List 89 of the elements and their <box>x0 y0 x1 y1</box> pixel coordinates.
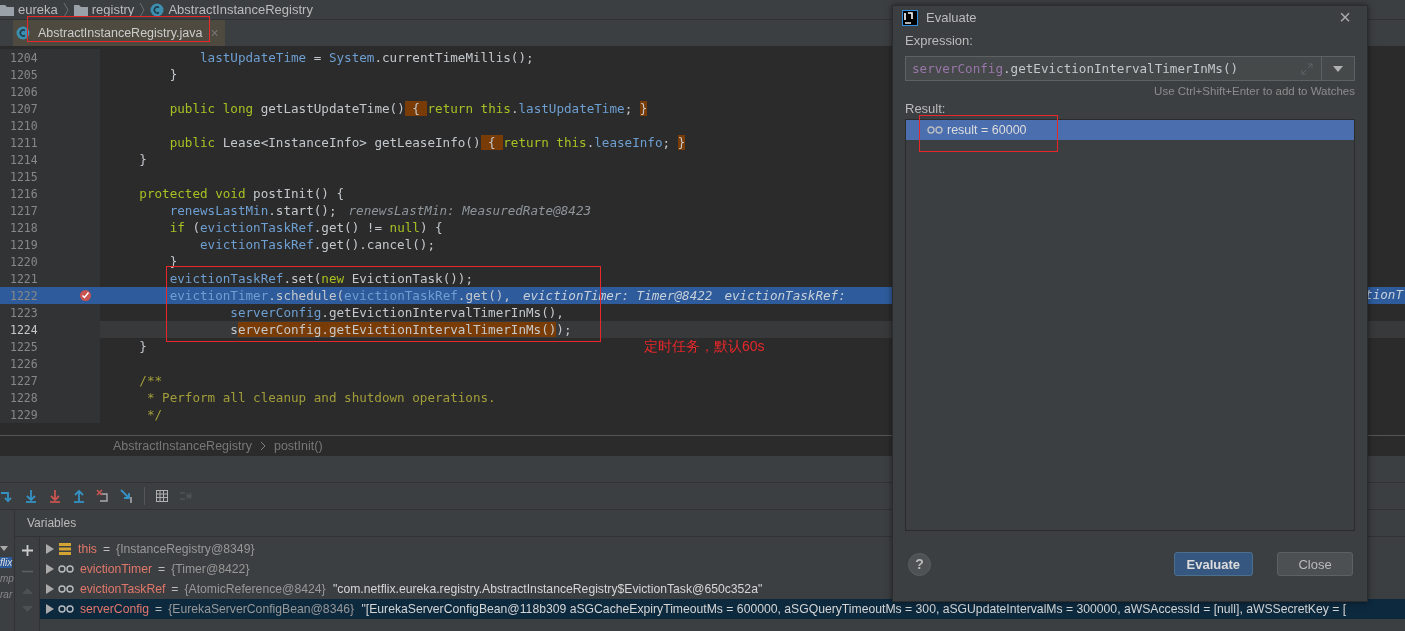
line-number: 1223 <box>9 305 39 320</box>
line-number: 1222 <box>9 288 39 303</box>
line-number: 1225 <box>9 339 39 354</box>
class-icon <box>16 26 30 40</box>
line-number: 1229 <box>9 407 39 422</box>
code-line: */ <box>145 407 163 422</box>
result-row[interactable]: result = 60000 <box>906 120 1354 140</box>
breadcrumb-item[interactable]: registry <box>91 2 135 17</box>
field-icon <box>58 543 72 555</box>
force-step-into-icon[interactable] <box>48 489 62 503</box>
step-out-icon[interactable] <box>72 489 86 503</box>
line-number: 1220 <box>9 254 39 269</box>
line-number: 1211 <box>9 135 39 150</box>
line-number: 1210 <box>9 118 39 133</box>
breadcrumb-item[interactable]: AbstractInstanceRegistry <box>168 2 313 17</box>
frame-item[interactable]: flix <box>0 557 13 568</box>
code-line: evictionTaskRef.set(new EvictionTask()); <box>168 271 473 286</box>
grid-icon[interactable] <box>155 489 169 503</box>
class-icon <box>150 2 165 17</box>
inline-hint: evictionTaskRef: <box>724 288 846 303</box>
step-into-icon[interactable] <box>24 489 38 503</box>
expression-field[interactable]: serverConfig.getEvictionIntervalTimerInMs() <box>905 56 1355 81</box>
line-number: 1227 <box>9 373 39 388</box>
expand-icon <box>1301 62 1313 75</box>
folder-icon <box>73 3 88 16</box>
frame-item[interactable]: rar <box>0 589 13 600</box>
field-label: Result: <box>905 101 947 116</box>
app-logo-icon <box>902 9 918 26</box>
breadcrumb-item[interactable]: postInit() <box>273 439 323 453</box>
code-line: } <box>168 67 178 82</box>
line-number: 1207 <box>9 101 39 116</box>
line-number: 1205 <box>9 67 39 82</box>
glasses-icon <box>927 126 943 134</box>
line-number: 1226 <box>9 356 39 371</box>
code-line: if (evictionTaskRef.get() != null) { <box>168 220 443 235</box>
line-number: 1206 <box>9 84 39 99</box>
breadcrumb-item[interactable]: AbstractInstanceRegistry <box>113 439 252 453</box>
line-number: 1219 <box>9 237 39 252</box>
close-button[interactable]: × <box>1339 6 1351 29</box>
glasses-icon <box>58 605 74 613</box>
add-icon <box>21 545 33 556</box>
code-line: } <box>138 339 147 354</box>
field-label: Expression: <box>905 33 974 48</box>
step-over-icon[interactable] <box>0 489 14 503</box>
run-to-cursor-icon[interactable] <box>120 489 134 503</box>
code-line: } <box>138 152 147 167</box>
code-line: protected void postInit() { <box>138 186 345 201</box>
code-line: serverConfig.getEvictionIntervalTimerInMs(), <box>229 305 564 320</box>
caret-icon <box>0 546 8 552</box>
help-button[interactable]: ? <box>908 552 931 576</box>
variable-row[interactable]: evictionTimer = {Timer@8422} <box>40 559 250 579</box>
line-number: 1228 <box>9 390 39 405</box>
variable-row[interactable]: serverConfig = {EurekaServerConfigBean@8346} "[EurekaServerConfigBean@118b309 aSGCacheExpiryTimeoutMs = 600000, aSGQueryTimeoutMs = 300, aSGUpdateIntervalMs = 300000, aWSAccessId = [null], aWSSecretKey = [ <box>40 599 1405 619</box>
inline-hint: renewsLastMin: MeasuredRate@8423 <box>348 203 592 218</box>
variable-row[interactable]: this = {InstanceRegistry@8349} <box>40 539 255 559</box>
code-line: evictionTaskRef.get().cancel(); <box>199 237 436 252</box>
folder-icon <box>0 3 14 16</box>
code-line: evictionTimer.schedule(evictionTaskRef.get(), <box>168 288 511 303</box>
glasses-icon <box>58 565 74 573</box>
caret-icon <box>1333 65 1343 72</box>
code-line: * Perform all cleanup and shutdown operations. <box>145 390 496 405</box>
breadcrumb-item[interactable]: eureka <box>18 2 58 17</box>
glasses-icon <box>58 585 74 593</box>
chevron-icon <box>139 1 146 18</box>
line-number: 1224 <box>9 322 39 337</box>
hint-text: Use Ctrl+Shift+Enter to add to Watches <box>1153 85 1355 97</box>
frame-item[interactable]: mp <box>0 573 14 584</box>
line-number: 1215 <box>9 169 39 184</box>
annotation-note: 定时任务，默认60s <box>644 338 765 356</box>
line-number: 1216 <box>9 186 39 201</box>
line-number: 1214 <box>9 152 39 167</box>
line-number: 1218 <box>9 220 39 235</box>
chevron-icon <box>62 1 69 18</box>
code-line: serverConfig.getEvictionIntervalTimerInMs()); <box>229 322 572 337</box>
inline-hint: tionT <box>1365 287 1403 302</box>
line-number: 1204 <box>9 50 39 65</box>
code-line: renewsLastMin.start(); <box>168 203 337 218</box>
dialog-button[interactable]: Close <box>1277 552 1353 576</box>
drop-frame-icon[interactable] <box>96 489 110 503</box>
code-line: lastUpdateTime = System.currentTimeMillis(); <box>199 50 534 65</box>
chevron-icon <box>259 441 266 451</box>
code-line: public long getLastUpdateTime() { return this.lastUpdateTime; } <box>168 101 648 116</box>
code-line: public Lease<InstanceInfo> getLeaseInfo() { return this.leaseInfo; } <box>168 135 686 150</box>
code-line: /** <box>138 373 163 388</box>
dialog-button[interactable]: Evaluate <box>1173 552 1253 576</box>
line-number: 1221 <box>9 271 39 286</box>
line-number: 1217 <box>9 203 39 218</box>
dialog-title: Evaluate <box>926 10 978 25</box>
variable-row[interactable]: evictionTaskRef = {AtomicReference@8424} "com.netflix.eureka.registry.AbstractInstanceRegistry$EvictionTask@650c352a" <box>40 579 763 599</box>
